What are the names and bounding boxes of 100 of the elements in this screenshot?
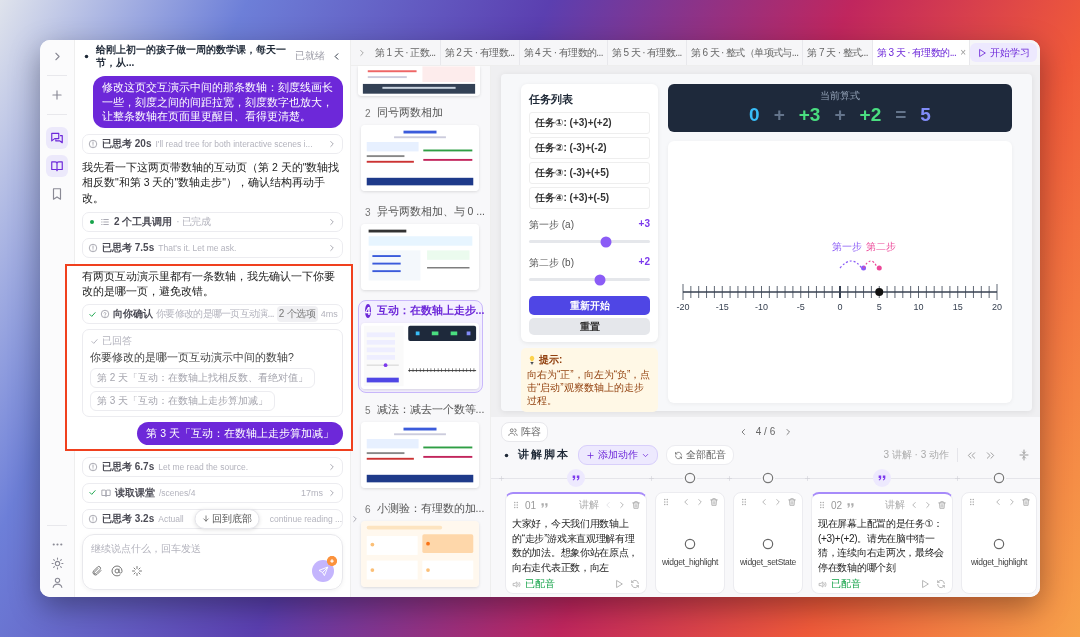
drag-handle-icon[interactable] <box>661 497 671 507</box>
delete-icon[interactable] <box>709 497 719 507</box>
tab[interactable]: 第 3 天 · 有理数的... × <box>872 40 971 65</box>
lineup-button[interactable]: 阵容 <box>501 421 548 442</box>
move-left-icon[interactable] <box>993 497 1003 507</box>
question-icon <box>100 309 110 320</box>
slide-item[interactable]: 5 减法：减去一个数等... <box>358 399 483 492</box>
task-item[interactable]: 任务③: (-3)+(+5) <box>529 162 650 184</box>
move-right-icon[interactable] <box>773 497 783 507</box>
drag-handle-icon[interactable] <box>739 497 749 507</box>
attach-icon[interactable] <box>91 565 103 577</box>
card-index: 02 <box>831 499 843 511</box>
card-index: 01 <box>525 499 537 511</box>
formula-caption: 当前算式 <box>820 89 860 103</box>
sidebar-button[interactable] <box>46 155 68 177</box>
info-icon <box>88 139 98 150</box>
thought-detail: Actuall <box>158 513 184 524</box>
arrow-down-icon <box>201 514 211 524</box>
tab[interactable]: 第 6 天 · 整式（单项式与... <box>686 40 804 65</box>
tab[interactable]: 第 1 天 · 正数... <box>371 40 441 65</box>
task-item[interactable]: 任务②: (-3)+(-2) <box>529 137 650 159</box>
slide-item[interactable]: 6 小测验：有理数的加... <box>358 498 483 591</box>
start-button[interactable]: 开始学习 <box>970 43 1038 62</box>
tab[interactable]: 第 7 天 · 整式... <box>803 40 873 65</box>
timeline-node-icon[interactable] <box>683 471 697 485</box>
add-point-icon[interactable] <box>647 474 655 482</box>
assistant-message: 有两页互动演示里都有一条数轴，我先确认一下你要改的是哪一页，避免改错。 <box>82 268 336 299</box>
play-icon[interactable] <box>614 579 624 589</box>
slide-item[interactable]: 2 同号两数相加 <box>358 102 483 195</box>
move-right-icon[interactable] <box>617 500 627 510</box>
thought-row[interactable]: 已思考 20s I'll read tree for both interactive scenes i... <box>82 134 343 155</box>
bulb-icon <box>527 355 537 365</box>
ask-label: 向你确认 <box>113 307 153 322</box>
play-icon[interactable] <box>920 579 930 589</box>
play-icon <box>977 47 988 58</box>
list-icon <box>100 216 110 227</box>
move-left-icon[interactable] <box>681 497 691 507</box>
tick-label: -20 <box>676 302 690 312</box>
delete-icon[interactable] <box>631 500 641 510</box>
narration-text: 现在屏幕上配置的是任务①：(+3)+(+2)。请先在脑中猜一猜，连续向右走两次，最终会停在数轴的哪个刻 <box>817 517 946 575</box>
add-point-icon[interactable] <box>497 474 505 482</box>
thought-row[interactable]: 已思考 6.7s Let me read the source. <box>82 456 343 477</box>
add-action-button[interactable]: 添加动作 <box>578 445 658 465</box>
position-marker <box>875 288 884 296</box>
delete-icon[interactable] <box>1021 497 1031 507</box>
slide-thumbnail[interactable] <box>358 66 480 96</box>
status-dot-icon <box>503 451 510 459</box>
slide-item[interactable]: 4 互动：在数轴上走步... <box>358 300 483 393</box>
thought-row[interactable]: 已思考 7.5s That's it. Let me ask. <box>82 237 343 258</box>
dub-all-button[interactable]: 全部配音 <box>666 445 734 465</box>
move-right-icon[interactable] <box>695 497 705 507</box>
task-item[interactable]: 任务④: (+3)+(-5) <box>529 187 650 209</box>
drag-handle-icon[interactable] <box>817 500 827 510</box>
move-left-icon[interactable] <box>759 497 769 507</box>
theme-icon[interactable] <box>50 557 64 570</box>
voice-status: 已配音 <box>831 577 861 591</box>
timeline-node-icon[interactable] <box>761 471 775 485</box>
mention-icon[interactable] <box>111 565 123 577</box>
restart-button[interactable]: 重新开始 <box>529 296 650 315</box>
slider-thumb[interactable] <box>600 236 612 247</box>
move-right-icon[interactable] <box>923 500 933 510</box>
add-point-icon[interactable] <box>725 474 733 482</box>
timeline-node[interactable] <box>873 469 891 487</box>
read-row[interactable]: 读取课堂 /scenes/4 17ms <box>82 482 343 503</box>
chevron-right-icon[interactable] <box>357 47 367 58</box>
move-right-icon[interactable] <box>1007 497 1017 507</box>
add-point-icon[interactable] <box>953 474 961 482</box>
delete-icon[interactable] <box>787 497 797 507</box>
task-item[interactable]: 任务①: (+3)+(+2) <box>529 112 650 134</box>
tab[interactable]: 第 4 天 · 有理数的... <box>519 40 608 65</box>
refresh-icon[interactable] <box>936 579 946 589</box>
drag-handle-icon[interactable] <box>967 497 977 507</box>
tab[interactable]: 第 2 天 · 有理数... <box>440 40 520 65</box>
move-left-icon[interactable] <box>909 500 919 510</box>
delete-icon[interactable] <box>937 500 947 510</box>
timeline-node[interactable] <box>567 469 585 487</box>
collapse-all-icon[interactable] <box>966 449 977 461</box>
tab[interactable]: 第 5 天 · 有理数... <box>607 40 687 65</box>
action-name: widget_highlight <box>661 557 719 567</box>
sparkle-icon[interactable] <box>131 565 143 577</box>
timeline-node-icon[interactable] <box>992 471 1006 485</box>
user-icon[interactable] <box>50 576 64 589</box>
expand-all-icon[interactable] <box>985 449 996 461</box>
add-icon[interactable] <box>50 88 64 102</box>
slider-value: +3 <box>638 218 650 231</box>
tool-calls-row[interactable]: 2 个工具调用 · 已完成 <box>82 211 343 232</box>
tick-label: 0 <box>837 302 843 312</box>
drag-handle-icon[interactable] <box>511 500 521 510</box>
sidebar-button[interactable] <box>46 127 68 149</box>
fold-icon[interactable] <box>1018 449 1030 461</box>
jump-label: 第二步 <box>865 241 896 252</box>
slider-thumb[interactable] <box>594 274 606 285</box>
refresh-icon[interactable] <box>630 579 640 589</box>
slide-item[interactable]: 3 异号两数相加、与 0 ... <box>358 201 483 294</box>
add-point-icon[interactable] <box>803 474 811 482</box>
scroll-to-bottom-button[interactable]: 回到底部 <box>194 508 260 529</box>
composer-field[interactable]: 继续说点什么，回车发送 <box>82 533 343 590</box>
reset-button[interactable]: 重置 <box>529 318 650 335</box>
action-name: widget_setState <box>740 557 796 567</box>
action-name: widget_highlight <box>970 557 1028 567</box>
